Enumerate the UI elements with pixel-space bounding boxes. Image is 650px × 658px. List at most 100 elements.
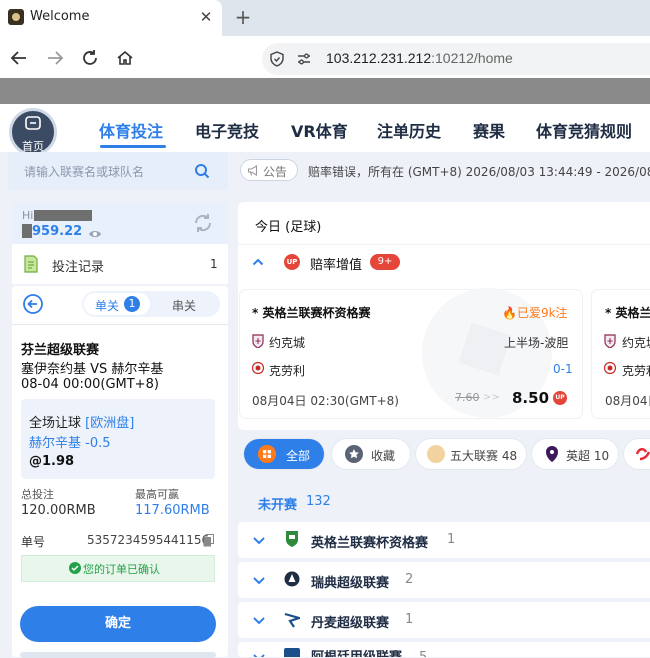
superliga-icon: [284, 610, 303, 628]
page-top-strip: [0, 78, 650, 104]
search-input[interactable]: 请输入联赛名或球队名: [24, 163, 144, 180]
close-tab-icon[interactable]: ✕: [196, 7, 216, 27]
confirm-button[interactable]: 确定: [20, 606, 216, 642]
league-count: 2: [405, 572, 414, 587]
megaphone-icon: [247, 164, 260, 177]
up-icon: UP: [284, 254, 300, 270]
card-league: * 英格兰联赛杯资格赛: [252, 306, 371, 320]
ticket-label: 单号: [21, 535, 46, 549]
boosted-odds[interactable]: 8.50: [512, 389, 549, 407]
chevron-down-icon[interactable]: [252, 533, 266, 547]
nav-esports[interactable]: 电子竞技: [195, 118, 259, 142]
balance-value: 959.22: [32, 224, 83, 239]
league-count: 1: [405, 612, 414, 627]
home-team-crest-icon: [252, 334, 264, 349]
eye-icon[interactable]: [88, 228, 102, 238]
filter-all-label: 全部: [286, 449, 311, 463]
balance-mask: [22, 224, 32, 238]
tab-title: Welcome: [30, 9, 90, 24]
username-mask: [34, 210, 92, 221]
chevron-down-icon[interactable]: [252, 613, 266, 627]
allsvenskan-icon: [284, 570, 300, 588]
card2-away-team: 克劳利: [622, 364, 650, 378]
league-count: 1: [447, 532, 456, 547]
records-label: 投注记录: [52, 260, 105, 275]
secondary-button-edge: [20, 652, 216, 658]
chevron-down-icon[interactable]: [252, 650, 266, 657]
card2-home-crest-icon: [604, 334, 616, 349]
market-period: 上半场-波胆: [504, 336, 569, 350]
slip-teams: 塞伊奈约基 VS 赫尔辛基: [21, 362, 164, 377]
filter-all-chip[interactable]: [244, 439, 324, 469]
url-text[interactable]: 103.212.231.212:10212/home: [326, 50, 513, 66]
argentina-league-icon: [284, 648, 300, 657]
card2-league: * 英格兰: [605, 306, 650, 320]
single-count-badge: 1: [124, 296, 140, 312]
back-arrow-icon[interactable]: [8, 47, 30, 69]
records-count: 1: [210, 257, 218, 271]
card2-away-crest-icon: [603, 361, 617, 375]
forward-arrow-icon[interactable]: [44, 47, 66, 69]
home-browser-icon[interactable]: [114, 47, 136, 69]
new-tab-button[interactable]: +: [233, 6, 253, 28]
reload-icon[interactable]: [79, 47, 101, 69]
home-icon: [24, 114, 42, 132]
records-icon: [22, 254, 40, 274]
premier-league-icon: [544, 445, 560, 463]
correct-score: 0-1: [553, 362, 573, 376]
league-name: 阿根廷甲级联赛: [311, 650, 402, 657]
slip-odds: @1.98: [29, 454, 75, 469]
search-icon[interactable]: [194, 163, 210, 179]
filter-top5-label: 五大联赛 48: [450, 449, 518, 463]
nav-bet-history[interactable]: 注单历史: [377, 118, 441, 142]
market-name: 全场让球: [29, 416, 82, 431]
old-odds: 7.60: [455, 391, 480, 404]
star-icon: [345, 445, 363, 463]
efl-cup-icon: [284, 530, 300, 548]
copy-icon[interactable]: [203, 534, 214, 547]
nav-rules[interactable]: 体育竞猜规则: [536, 118, 632, 142]
up-small-icon: UP: [553, 391, 567, 405]
stake-label: 总投注: [21, 488, 54, 501]
league-name: 英格兰联赛杯资格赛: [311, 536, 429, 551]
odds-arrows: >>: [483, 392, 500, 403]
url-path: :10212/home: [431, 50, 513, 66]
panel-divider: [238, 244, 650, 245]
max-win-value: 117.60RMB: [135, 503, 210, 518]
notice-text: 赔率错误，所有在 (GMT+8) 2026/08/03 13:44:49 - 2…: [308, 165, 650, 179]
max-win-label: 最高可赢: [135, 488, 179, 501]
parlay-tab[interactable]: 串关: [172, 297, 196, 314]
notice-label: 公告: [263, 165, 288, 179]
site-settings-icon[interactable]: [296, 51, 312, 67]
top5-leagues-icon: [427, 445, 445, 463]
slip-kickoff: 08-04 00:00(GMT+8): [21, 377, 159, 392]
chevron-down-icon[interactable]: [252, 573, 266, 587]
market-type: [欧洲盘]: [85, 416, 135, 431]
order-confirmed-text: 您的订单已确认: [83, 563, 160, 576]
today-title: 今日 (足球): [255, 220, 322, 235]
shield-icon[interactable]: [269, 51, 285, 67]
nav-vr-sports[interactable]: VR体育: [291, 118, 348, 142]
away-team: 克劳利: [269, 364, 306, 378]
card2-time: 08月04日: [605, 394, 650, 408]
hot-count: 🔥已爱9k注: [502, 304, 568, 321]
grid-icon: [258, 445, 276, 463]
slip-league: 芬兰超级联赛: [21, 343, 100, 358]
match-time: 08月04日 02:30(GMT+8): [252, 394, 399, 408]
single-tab-label: 单关: [95, 299, 120, 313]
bet-records-row[interactable]: [12, 244, 228, 284]
home-team: 约克城: [269, 336, 306, 350]
slip-divider: [12, 324, 228, 325]
check-circle-icon: [69, 562, 81, 574]
laliga-icon: [634, 446, 650, 462]
back-circle-icon[interactable]: [22, 293, 44, 315]
nav-results[interactable]: 赛果: [473, 118, 505, 142]
league-name: 丹麦超级联赛: [311, 616, 390, 631]
stake-value: 120.00RMB: [21, 503, 96, 518]
nav-active-underline: [100, 145, 166, 148]
refresh-balance-icon[interactable]: [192, 212, 214, 234]
chevron-up-icon[interactable]: [252, 256, 264, 268]
filter-favorites-label: 收藏: [371, 449, 396, 463]
league-name: 瑞典超级联赛: [311, 576, 390, 591]
nav-sports-betting[interactable]: 体育投注: [99, 118, 163, 142]
